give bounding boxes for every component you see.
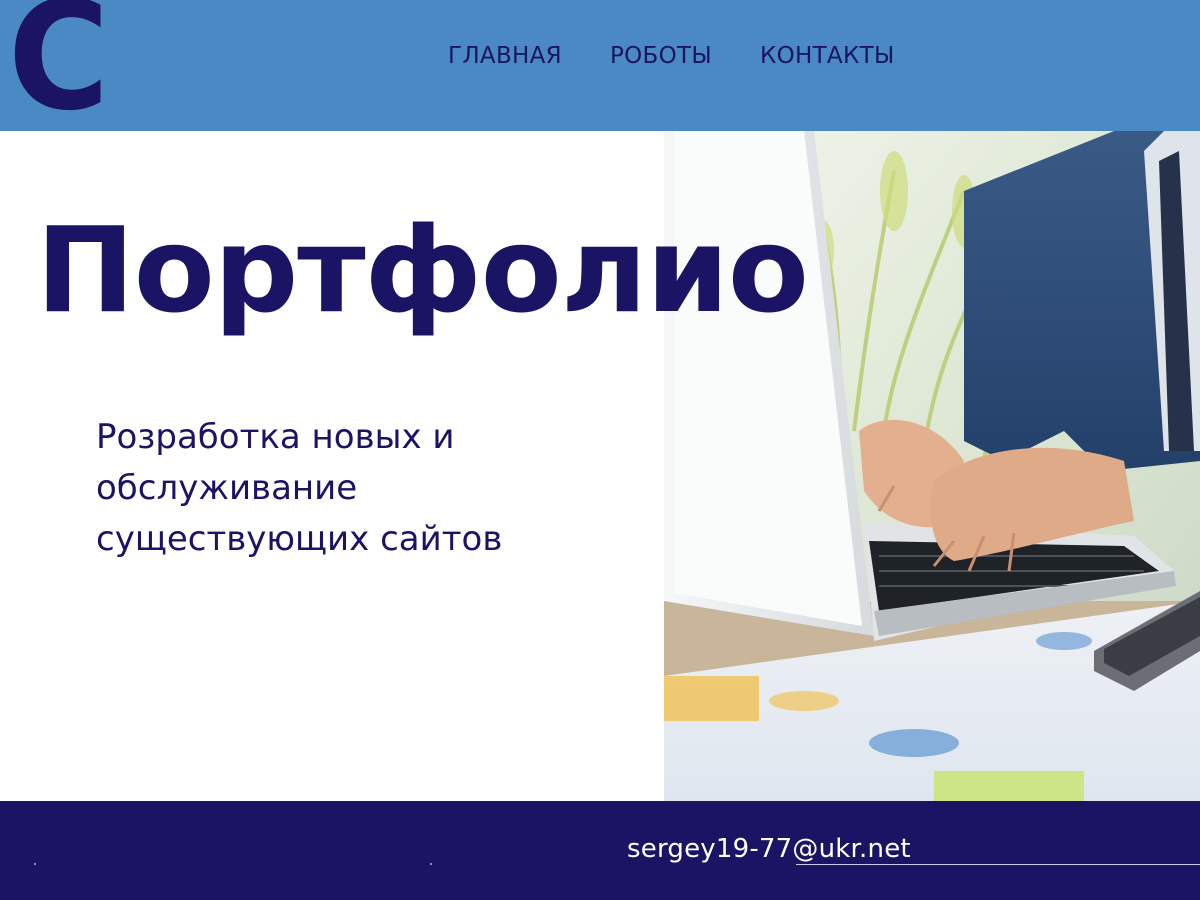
footer-divider [796, 864, 1200, 865]
nav-link-contacts[interactable]: КОНТАКТЫ [760, 40, 895, 72]
hero-title: Портфолио [36, 201, 809, 339]
nav-link-works[interactable]: РОБОТЫ [610, 40, 712, 72]
main-nav: ГЛАВНАЯ РОБОТЫ КОНТАКТЫ [448, 40, 943, 72]
site-header: С ГЛАВНАЯ РОБОТЫ КОНТАКТЫ [0, 0, 1200, 132]
footer-dot-left [34, 863, 36, 865]
footer-email-link[interactable]: sergey19-77@ukr.net [627, 831, 911, 867]
footer-dot-mid [430, 863, 432, 865]
site-footer: sergey19-77@ukr.net [0, 801, 1200, 900]
nav-link-home[interactable]: ГЛАВНАЯ [448, 40, 562, 72]
hero-subtitle: Розработка новых и обслуживание существу… [96, 417, 503, 559]
site-logo[interactable]: С [8, 0, 109, 132]
